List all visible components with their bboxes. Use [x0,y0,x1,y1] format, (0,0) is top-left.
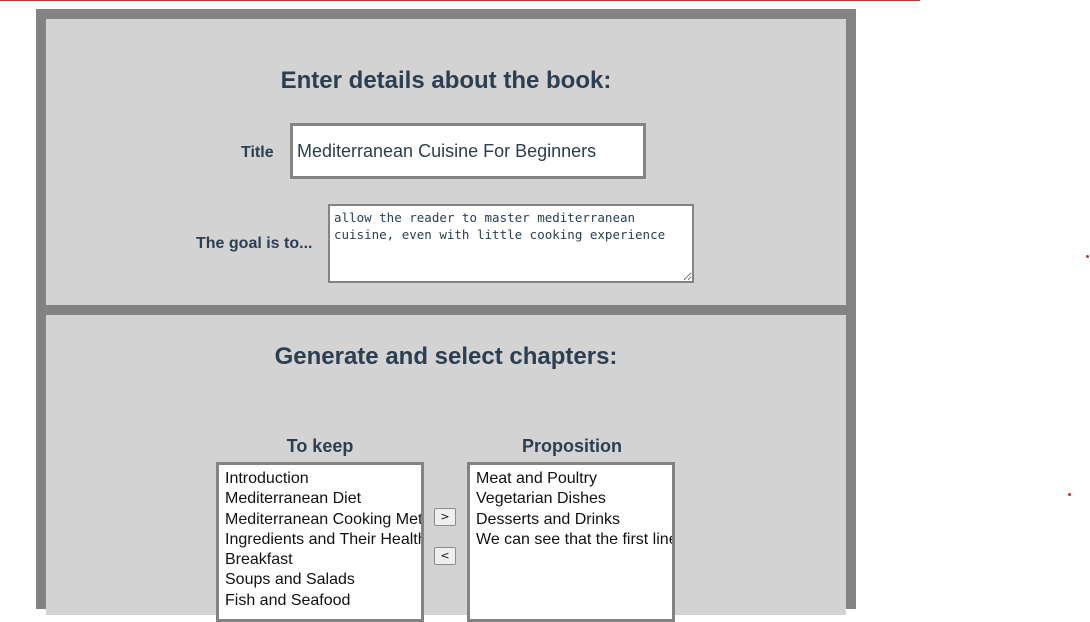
top-divider-line [0,0,920,1]
move-right-button[interactable]: > [434,508,456,526]
to-keep-header: To keep [286,436,354,456]
proposition-header: Proposition [522,436,622,456]
list-item[interactable]: Breakfast [225,550,421,570]
list-item[interactable]: Desserts and Drinks [476,510,672,530]
move-left-button[interactable]: < [434,547,456,565]
red-dot-marker [1086,255,1089,258]
list-item[interactable]: Ingredients and Their Health Benefits [225,530,421,550]
to-keep-listbox[interactable]: Introduction Mediterranean Diet Mediterr… [216,462,424,622]
chapters-heading: Generate and select chapters: [274,343,618,370]
list-item[interactable]: We can see that the first line [476,530,672,550]
book-details-panel: Enter details about the book: Title The … [46,19,846,305]
list-item[interactable]: Introduction [225,469,421,489]
list-item[interactable]: Mediterranean Diet [225,489,421,509]
form-frame: Enter details about the book: Title The … [36,9,856,622]
book-details-heading: Enter details about the book: [280,67,612,94]
red-dot-marker [1068,493,1071,496]
list-item[interactable]: Mediterranean Cooking Methods [225,510,421,530]
title-label: Title [241,144,274,161]
title-input[interactable] [290,123,646,179]
list-item[interactable]: Meat and Poultry [476,469,672,489]
goal-textarea[interactable]: allow the reader to master mediterranean… [328,204,694,283]
list-item[interactable]: Soups and Salads [225,570,421,590]
list-item[interactable]: Vegetarian Dishes [476,489,672,509]
goal-label: The goal is to... [196,235,313,252]
proposition-listbox[interactable]: Meat and Poultry Vegetarian Dishes Desse… [467,462,675,622]
chapters-panel: Generate and select chapters: To keep Pr… [46,315,846,622]
list-item[interactable]: Fish and Seafood [225,591,421,611]
